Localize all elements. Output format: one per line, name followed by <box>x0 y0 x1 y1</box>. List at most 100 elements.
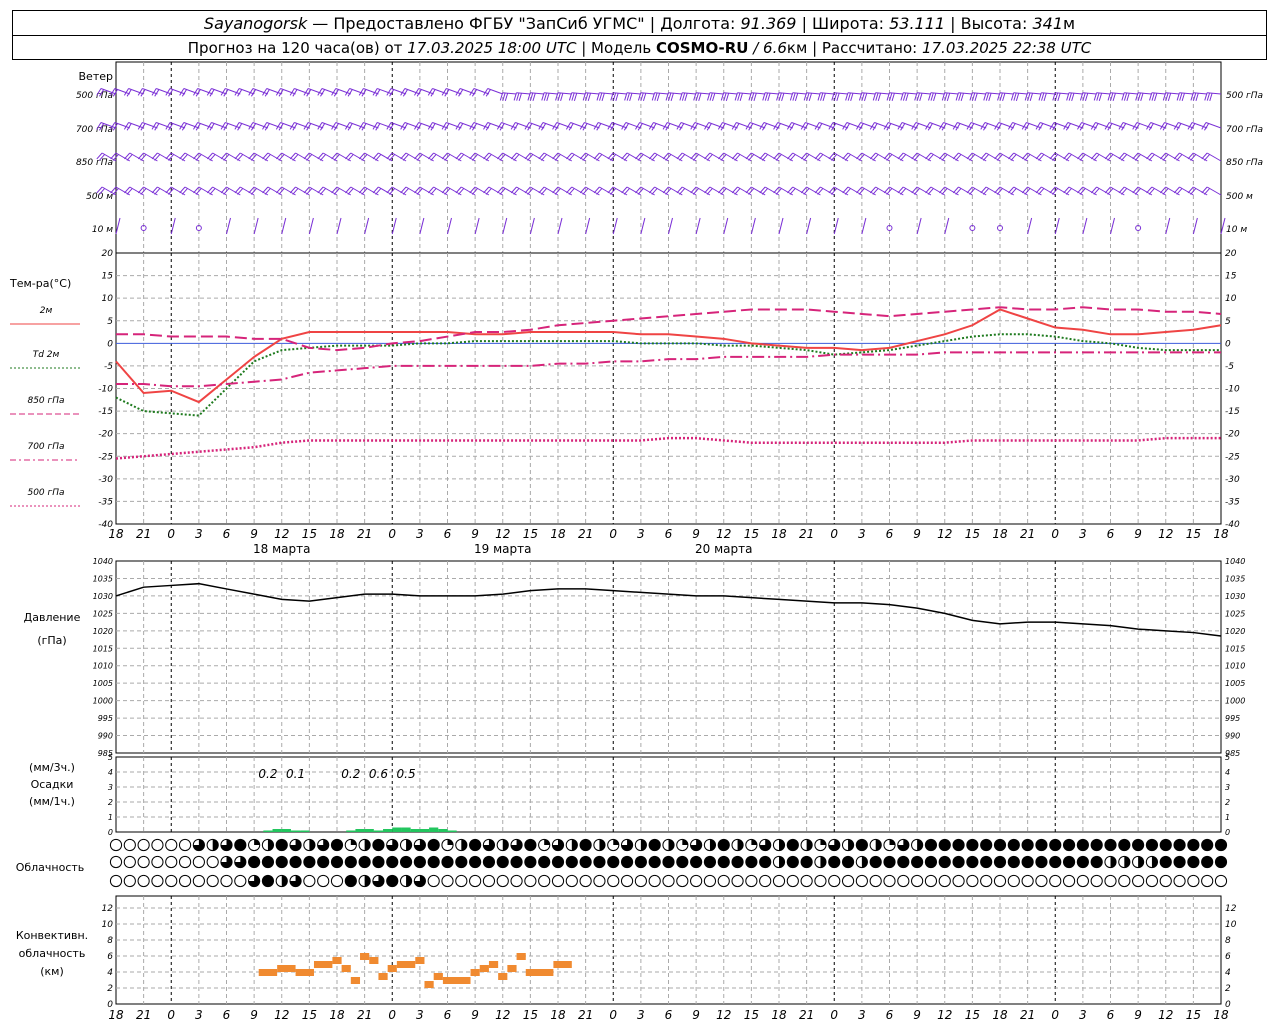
wind-barb-feather <box>1041 92 1045 101</box>
wind-barb <box>289 88 310 97</box>
cloud-circle <box>634 874 647 888</box>
x-tick-label: 12 <box>716 527 731 541</box>
wind-barb-feather <box>546 93 550 102</box>
wind-barb <box>248 88 269 97</box>
convective-axis-title: (км) <box>40 965 64 978</box>
day-label: 19 марта <box>474 542 531 556</box>
wind-barb-feather <box>1027 92 1031 101</box>
wind-barb-feather <box>502 92 506 101</box>
convective-bar <box>387 965 397 972</box>
cloud-circle <box>593 874 606 888</box>
cloud-circle <box>980 874 993 888</box>
cloud-circle <box>952 855 965 869</box>
cloud-symbol <box>275 874 288 888</box>
cloud-circle <box>1021 855 1034 869</box>
wind-barb-feather <box>532 93 536 102</box>
cloud-circle <box>966 874 979 888</box>
wind-barb-10m <box>833 217 839 235</box>
wind-barb <box>842 122 863 131</box>
wind-barb-feather <box>891 93 895 102</box>
y-tick-label-right: 1035 <box>1225 574 1245 583</box>
convective-bar <box>470 969 480 976</box>
wind-barb-10m <box>806 217 812 235</box>
cloud-symbol <box>510 874 523 888</box>
cloud-symbol <box>441 874 454 888</box>
wind-barb <box>552 122 572 131</box>
cloud-symbol <box>234 855 247 869</box>
wind-barb-10m <box>1165 217 1171 235</box>
cloud-symbol <box>413 855 426 869</box>
convective-bar <box>396 961 416 968</box>
cloud-circle <box>469 874 482 888</box>
wind-barb-10m <box>447 217 452 235</box>
cloud-symbol <box>178 855 192 869</box>
cloud-circle <box>330 838 344 852</box>
cloud-circle <box>620 855 634 869</box>
cloud-circle <box>1214 838 1228 852</box>
cloud-symbol <box>634 874 647 888</box>
cloud-symbol <box>897 838 910 852</box>
cloud-symbol <box>123 855 136 869</box>
wind-barb-feather <box>794 93 799 102</box>
cloud-symbol <box>620 838 634 852</box>
cloud-circle <box>1090 874 1103 888</box>
wind-barb <box>165 88 186 97</box>
legend-label: Td 2м <box>33 350 60 360</box>
wind-barb <box>441 88 462 97</box>
wind-barb-feather <box>1029 93 1033 102</box>
cloud-symbol <box>165 855 178 869</box>
wind-barb-10m <box>281 217 287 235</box>
cloud-symbol <box>1201 838 1214 852</box>
wind-barb-10m <box>1220 217 1226 235</box>
cloud-circle <box>869 855 882 869</box>
cloud-symbol <box>496 838 509 852</box>
cloud-circle <box>1201 855 1214 869</box>
y-tick-label-left: 1025 <box>93 609 113 618</box>
wind-level-label-right: 500 гПа <box>1226 91 1263 101</box>
cloud-fill <box>1110 856 1117 868</box>
cloud-circle <box>248 855 261 869</box>
cloud-symbol <box>524 855 537 869</box>
cloud-circle <box>1049 855 1062 869</box>
cloud-symbol <box>330 855 344 869</box>
cloud-circle <box>841 874 855 888</box>
cloud-circle <box>275 855 288 869</box>
cloud-symbol <box>1145 874 1159 888</box>
cloud-circle <box>620 874 634 888</box>
wind-barb <box>938 122 959 131</box>
cloud-symbol <box>1145 838 1159 852</box>
x-tick-label-bottom: 18 <box>550 1008 566 1022</box>
wind-barb-feather <box>504 93 509 102</box>
cloud-circle <box>828 874 841 888</box>
cloud-fill <box>571 839 578 851</box>
wind-barb-feather <box>750 92 755 101</box>
cloud-symbol <box>966 855 979 869</box>
wind-title: Ветер <box>79 70 113 83</box>
cloud-symbol <box>482 874 496 888</box>
wind-barb <box>883 122 904 131</box>
wind-barb-feather <box>1015 93 1020 102</box>
y-tick-label-left: 20 <box>102 249 114 259</box>
convective-axis-title: Конвективн. <box>16 929 88 942</box>
cloud-circle <box>759 855 772 869</box>
cloud-symbol <box>1104 838 1117 852</box>
cloud-symbol <box>551 855 565 869</box>
wind-barb <box>123 122 144 131</box>
cloud-circle <box>579 874 592 888</box>
cloud-circle <box>703 874 717 888</box>
cloud-symbol <box>372 855 385 869</box>
x-tick-label: 21 <box>1020 527 1035 541</box>
cloud-circle <box>1104 838 1117 852</box>
cloud-circle <box>911 855 924 869</box>
cloud-symbol <box>703 838 717 852</box>
y-tick-label-left: -5 <box>104 362 113 372</box>
cloud-symbol <box>330 838 344 852</box>
cloud-circle <box>427 874 440 888</box>
wind-barb-10m <box>529 217 535 235</box>
wind-barb <box>676 122 697 131</box>
x-tick-label-bottom: 3 <box>637 1008 645 1022</box>
cloud-fill <box>364 839 371 851</box>
cloud-symbol <box>1021 874 1034 888</box>
y-tick-label-right: 5 <box>1225 317 1231 327</box>
wind-barb-10m <box>336 217 342 235</box>
